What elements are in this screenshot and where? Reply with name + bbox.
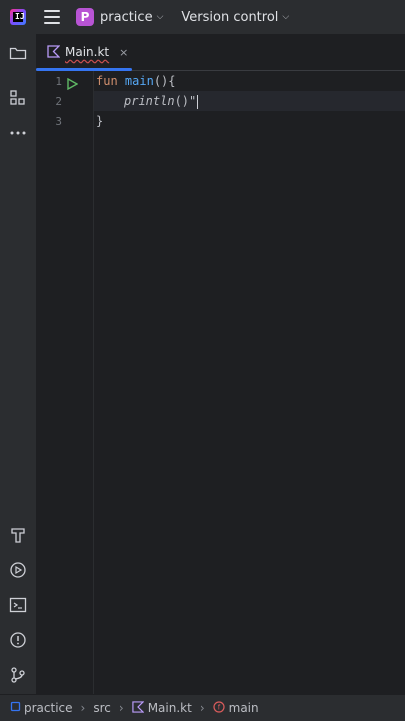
project-selector[interactable]: practice [100, 10, 153, 25]
line-number: 2 [55, 95, 62, 108]
line-number: 1 [55, 75, 62, 88]
chevron-down-icon[interactable]: ⌵ [157, 12, 164, 22]
left-tool-strip [0, 34, 37, 694]
problems-icon[interactable] [8, 630, 28, 650]
title-bar: IJ P practice ⌵ Version control ⌵ [0, 0, 405, 34]
chevron-right-icon: › [199, 701, 205, 715]
punctuation-token: (){ [153, 74, 176, 88]
breadcrumb-label: src [93, 701, 111, 715]
project-folder-icon[interactable] [8, 43, 28, 63]
breadcrumb-label: Main.kt [147, 701, 192, 715]
code-line[interactable]: println()" [124, 91, 199, 111]
main-menu-button[interactable] [44, 10, 60, 24]
status-bar-breadcrumbs: practice › src › Main.kt › f main [0, 694, 405, 721]
punctuation-token: ()" [174, 94, 197, 108]
chevron-right-icon: › [80, 701, 86, 715]
svg-text:f: f [217, 703, 220, 711]
project-badge[interactable]: P [76, 8, 94, 26]
app-logo-icon[interactable]: IJ [10, 9, 26, 25]
text-caret [197, 94, 199, 109]
tab-label: Main.kt [65, 45, 110, 59]
punctuation-token: } [96, 114, 104, 128]
version-control-menu[interactable]: Version control [181, 10, 278, 25]
close-icon[interactable]: × [119, 46, 128, 59]
breadcrumb-file[interactable]: Main.kt [132, 700, 192, 716]
structure-icon[interactable] [8, 88, 28, 108]
breadcrumb-project[interactable]: practice [10, 701, 73, 715]
chevron-down-icon[interactable]: ⌵ [282, 12, 289, 22]
function-name-token: main [124, 74, 154, 88]
breadcrumb-function[interactable]: f main [213, 700, 259, 716]
kotlin-file-icon [47, 43, 61, 62]
editor-gutter: 1 2 3 [36, 71, 92, 694]
git-branch-icon[interactable] [8, 665, 28, 685]
kotlin-file-icon [132, 700, 145, 716]
more-tools-icon[interactable] [8, 123, 28, 143]
breadcrumb-label: main [228, 701, 259, 715]
run-icon[interactable] [66, 75, 79, 94]
breadcrumb-label: practice [24, 701, 73, 715]
run-services-icon[interactable] [8, 560, 28, 580]
function-icon: f [213, 700, 225, 716]
code-editor[interactable]: 1 2 3 fun main(){ println()" } [36, 71, 405, 694]
breadcrumb-src[interactable]: src [93, 701, 111, 715]
function-call-token: println [124, 94, 175, 108]
code-line[interactable]: fun main(){ [96, 71, 176, 91]
line-number: 3 [55, 115, 62, 128]
keyword-token: fun [96, 74, 125, 88]
build-hammer-icon[interactable] [8, 525, 28, 545]
terminal-icon[interactable] [8, 595, 28, 615]
code-line[interactable]: } [96, 111, 103, 131]
gutter-separator [93, 71, 94, 694]
module-icon [10, 701, 21, 715]
chevron-right-icon: › [118, 701, 124, 715]
editor-tab-bar: Main.kt × [36, 34, 405, 71]
tab-main-kt[interactable]: Main.kt × [36, 34, 132, 71]
